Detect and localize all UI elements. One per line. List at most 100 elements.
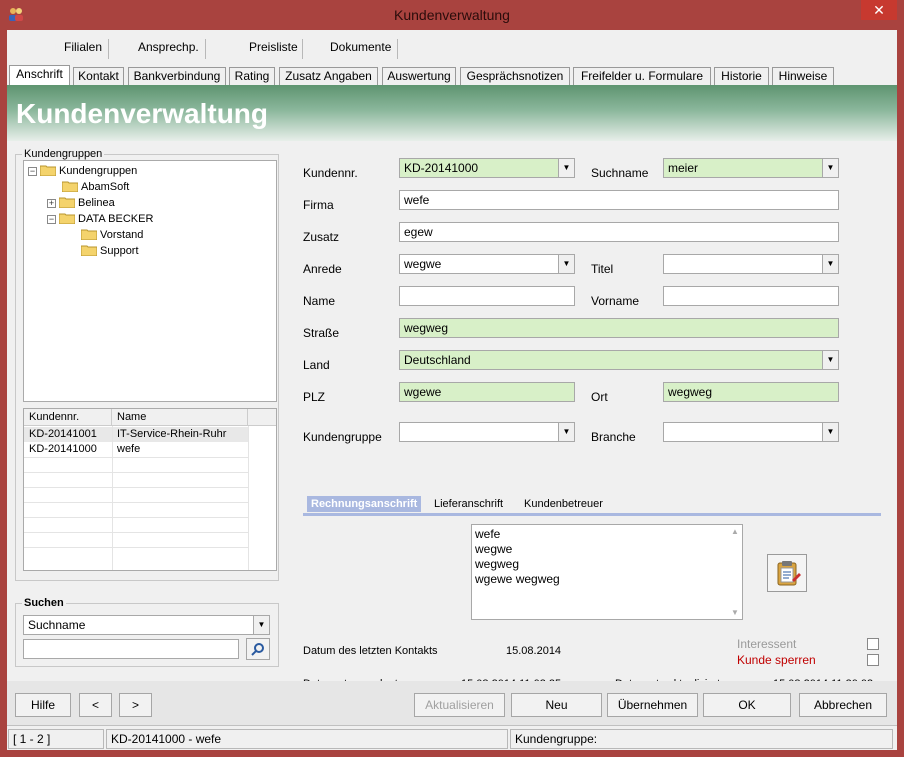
anrede-label: Anrede	[303, 262, 342, 276]
tab-auswertung[interactable]: Auswertung	[382, 67, 456, 85]
grid-column-divider	[248, 426, 249, 570]
grid-header-kundennr[interactable]: Kundennr.	[24, 409, 112, 426]
toolbar-ansprechpartner-button[interactable]: Ansprechp.	[138, 40, 199, 58]
tab-rechnungsanschrift[interactable]: Rechnungsanschrift	[307, 496, 422, 512]
tab-bankverbindung[interactable]: Bankverbindung	[128, 67, 226, 85]
apply-button[interactable]: Übernehmen	[607, 693, 698, 717]
new-button[interactable]: Neu	[511, 693, 602, 717]
chevron-down-icon[interactable]: ▼	[822, 159, 838, 177]
anrede-combo[interactable]: wegwe ▼	[399, 254, 575, 274]
tab-rating[interactable]: Rating	[229, 67, 275, 85]
tab-lieferanschrift[interactable]: Lieferanschrift	[434, 496, 503, 512]
collapse-icon[interactable]: −	[28, 166, 37, 176]
tree-node[interactable]: Vorstand	[81, 227, 143, 243]
vorname-field[interactable]	[663, 286, 839, 306]
search-icon	[251, 643, 264, 656]
search-field-select[interactable]: Suchname ▼	[23, 615, 270, 635]
interessent-checkbox[interactable]	[867, 638, 879, 650]
suchname-combo[interactable]: meier ▼	[663, 158, 839, 178]
search-button[interactable]	[246, 638, 270, 660]
title-bar[interactable]: Kundenverwaltung ✕	[0, 0, 904, 30]
tab-zusatz-angaben[interactable]: Zusatz Angaben	[279, 67, 378, 85]
branche-label: Branche	[591, 430, 636, 444]
grid-cell-name: IT-Service-Rhein-Ruhr	[117, 428, 227, 440]
tab-anschrift[interactable]: Anschrift	[9, 65, 70, 85]
tab-gespraechsnotizen[interactable]: Gesprächsnotizen	[460, 67, 570, 85]
firma-field[interactable]: wefe	[399, 190, 839, 210]
search-input[interactable]	[23, 639, 239, 659]
tree-node[interactable]: Support	[81, 243, 139, 259]
customer-grid[interactable]: Kundennr. Name KD-20141001 IT-Service-Rh…	[23, 408, 277, 571]
branche-combo[interactable]: ▼	[663, 422, 839, 442]
plz-field[interactable]: wgewe	[399, 382, 575, 402]
address-scrollbar[interactable]: ▲ ▼	[728, 525, 742, 619]
titel-combo[interactable]: ▼	[663, 254, 839, 274]
chevron-down-icon[interactable]: ▼	[822, 351, 838, 369]
suchname-value: meier	[668, 161, 699, 175]
chevron-down-icon[interactable]: ▼	[822, 255, 838, 273]
tab-freifelder[interactable]: Freifelder u. Formulare	[573, 67, 711, 85]
kundennr-combo[interactable]: KD-20141000 ▼	[399, 158, 575, 178]
cancel-button[interactable]: Abbrechen	[799, 693, 887, 717]
expand-icon[interactable]: +	[47, 198, 56, 208]
toolbar-filialen-button[interactable]: Filialen	[64, 40, 102, 58]
toolbar-separator	[302, 39, 303, 59]
header-banner: Kundenverwaltung	[7, 85, 897, 141]
folder-icon	[40, 165, 56, 177]
copy-address-button[interactable]	[767, 554, 807, 592]
chevron-down-icon[interactable]: ▼	[253, 616, 269, 634]
customer-form-area: Kundengruppen − Kundengruppen AbamSoft + B…	[7, 141, 897, 690]
tree-node-label: DATA BECKER	[78, 213, 154, 225]
toolbar-preisliste-button[interactable]: Preisliste	[249, 40, 298, 58]
kunde-sperren-checkbox[interactable]	[867, 654, 879, 666]
land-combo[interactable]: Deutschland ▼	[399, 350, 839, 370]
grid-divider	[24, 502, 248, 503]
ort-field[interactable]: wegweg	[663, 382, 839, 402]
status-current-record: KD-20141000 - wefe	[106, 729, 508, 749]
refresh-button[interactable]: Aktualisieren	[414, 693, 505, 717]
group-tree[interactable]: − Kundengruppen AbamSoft + Belinea − DATA B…	[23, 160, 277, 402]
tree-node[interactable]: − Kundengruppen	[28, 163, 137, 179]
scroll-up-icon[interactable]: ▲	[731, 527, 739, 536]
chevron-down-icon[interactable]: ▼	[558, 255, 574, 273]
tree-node-label: Kundengruppen	[59, 165, 138, 177]
status-customer-group: Kundengruppe:	[510, 729, 893, 749]
vorname-label: Vorname	[591, 294, 640, 308]
button-bar: Hilfe < > Aktualisieren Neu Übernehmen O…	[7, 681, 897, 725]
close-button[interactable]: ✕	[861, 0, 897, 20]
zusatz-field[interactable]: egew	[399, 222, 839, 242]
chevron-down-icon[interactable]: ▼	[558, 159, 574, 177]
tab-kundenbetreuer[interactable]: Kundenbetreuer	[524, 496, 603, 512]
grid-divider	[24, 532, 248, 533]
tab-kontakt[interactable]: Kontakt	[73, 67, 124, 85]
ok-button[interactable]: OK	[703, 693, 791, 717]
strasse-field[interactable]: wegweg	[399, 318, 839, 338]
address-line: wgewe wegweg	[475, 572, 560, 586]
last-contact-label: Datum des letzten Kontakts	[303, 645, 438, 657]
chevron-down-icon[interactable]: ▼	[558, 423, 574, 441]
scroll-down-icon[interactable]: ▼	[731, 608, 739, 617]
titel-label: Titel	[591, 262, 614, 276]
tab-hinweise[interactable]: Hinweise	[772, 67, 834, 85]
grid-divider	[24, 472, 248, 473]
previous-record-button[interactable]: <	[79, 693, 112, 717]
grid-cell-name[interactable]: wefe	[112, 442, 248, 457]
tree-node[interactable]: + Belinea	[47, 195, 115, 211]
chevron-down-icon[interactable]: ▼	[822, 423, 838, 441]
name-field[interactable]	[399, 286, 575, 306]
next-record-button[interactable]: >	[119, 693, 152, 717]
suchname-label: Suchname	[591, 166, 649, 180]
grid-cell-kundennr: KD-20141001	[29, 428, 97, 440]
collapse-icon[interactable]: −	[47, 214, 56, 224]
search-field-value: Suchname	[28, 618, 86, 632]
grid-header-name[interactable]: Name	[112, 409, 248, 426]
tab-historie[interactable]: Historie	[714, 67, 769, 85]
kundengruppe-combo[interactable]: ▼	[399, 422, 575, 442]
grid-cell-kundennr[interactable]: KD-20141000	[24, 442, 112, 457]
strasse-label: Straße	[303, 326, 340, 340]
toolbar-dokumente-button[interactable]: Dokumente	[330, 40, 391, 58]
tree-node[interactable]: − DATA BECKER	[47, 211, 153, 227]
tree-node[interactable]: AbamSoft	[62, 179, 129, 195]
help-button[interactable]: Hilfe	[15, 693, 71, 717]
address-preview[interactable]: wefe wegwe wegweg wgewe wegweg ▲ ▼	[471, 524, 743, 620]
